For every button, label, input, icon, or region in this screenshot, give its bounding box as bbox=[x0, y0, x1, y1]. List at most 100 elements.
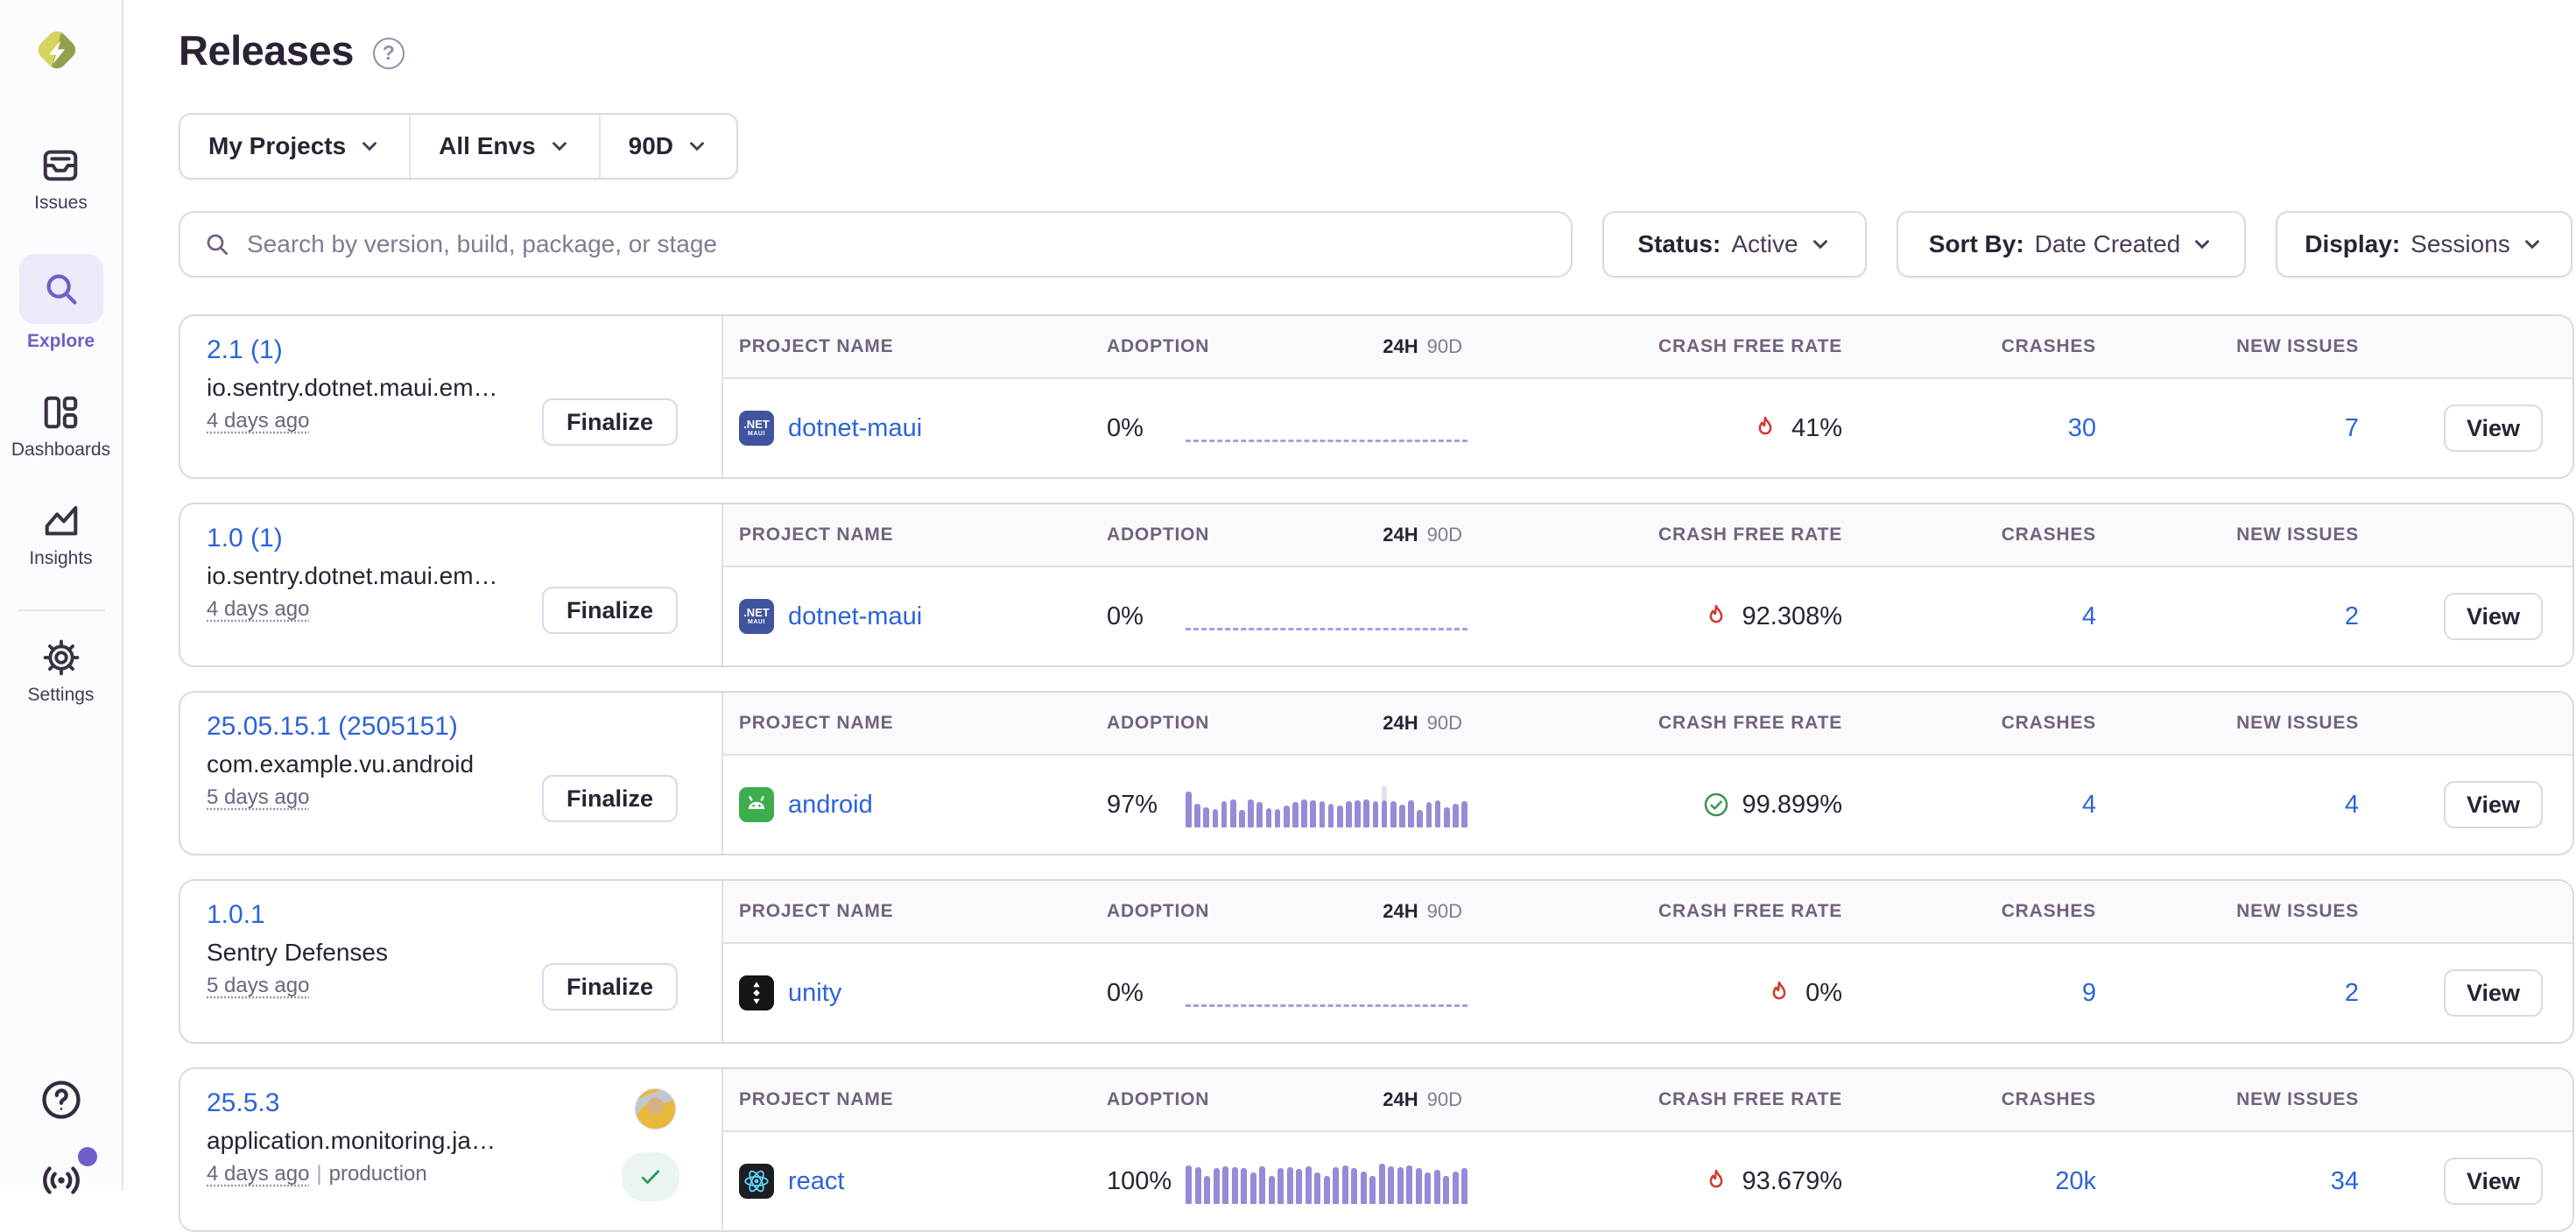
status-dropdown[interactable]: Status: Active bbox=[1602, 211, 1867, 278]
view-button[interactable]: View bbox=[2444, 969, 2543, 1017]
range-toggle-24h[interactable]: 24H bbox=[1383, 1088, 1418, 1110]
project-link[interactable]: android bbox=[788, 791, 873, 820]
release-package: application.monitoring.ja… bbox=[207, 1127, 695, 1155]
release-project-table: PROJECT NAME ADOPTION 24H90D CRASH FREE … bbox=[721, 881, 2572, 1042]
chevron-down-icon bbox=[548, 135, 571, 158]
crash-free-value: 99.899% bbox=[1742, 791, 1843, 820]
col-header-project-name: PROJECT NAME bbox=[739, 336, 1107, 357]
search-icon bbox=[41, 269, 81, 309]
new-issues-link[interactable]: 4 bbox=[2345, 791, 2359, 819]
finalize-button[interactable]: Finalize bbox=[542, 587, 678, 634]
search-input[interactable] bbox=[247, 230, 1548, 258]
fire-icon bbox=[1765, 979, 1793, 1007]
react-icon bbox=[739, 1164, 774, 1199]
search-icon bbox=[203, 230, 231, 258]
display-dropdown[interactable]: Display: Sessions bbox=[2276, 211, 2572, 278]
fire-icon bbox=[1702, 1167, 1730, 1195]
page-help-icon[interactable]: ? bbox=[373, 38, 405, 69]
inbox-icon bbox=[40, 145, 81, 186]
release-version-link[interactable]: 1.0.1 bbox=[207, 900, 265, 930]
sentry-logo-icon[interactable] bbox=[32, 25, 82, 75]
environment-filter-value: All Envs bbox=[439, 132, 535, 160]
display-value: Sessions bbox=[2411, 230, 2510, 258]
range-toggle-90d[interactable]: 90D bbox=[1427, 524, 1462, 546]
crashes-link[interactable]: 4 bbox=[2082, 602, 2096, 630]
adoption-dashed-line bbox=[1186, 1004, 1467, 1007]
crashes-link[interactable]: 9 bbox=[2082, 979, 2096, 1007]
project-link[interactable]: react bbox=[788, 1167, 844, 1196]
chevron-down-icon bbox=[2521, 233, 2544, 256]
project-link[interactable]: dotnet-maui bbox=[788, 414, 922, 443]
finalize-button[interactable]: Finalize bbox=[542, 963, 678, 1010]
release-version-link[interactable]: 25.5.3 bbox=[207, 1088, 279, 1118]
release-project-table: PROJECT NAME ADOPTION 24H90D CRASH FREE … bbox=[721, 693, 2572, 854]
page-filter-bar: My Projects All Envs 90D bbox=[179, 113, 738, 180]
range-toggle-90d[interactable]: 90D bbox=[1427, 1088, 1462, 1110]
range-toggle-24h[interactable]: 24H bbox=[1383, 900, 1418, 922]
page-title: Releases bbox=[179, 26, 354, 74]
col-header-crash-free-rate: CRASH FREE RATE bbox=[1492, 336, 1842, 357]
adoption-value: 0% bbox=[1107, 414, 1144, 443]
adoption-chart bbox=[1186, 782, 1467, 827]
view-button[interactable]: View bbox=[2444, 1158, 2543, 1205]
adoption-chart bbox=[1186, 1158, 1467, 1204]
new-issues-link[interactable]: 2 bbox=[2345, 979, 2359, 1007]
range-toggle-90d[interactable]: 90D bbox=[1427, 900, 1462, 922]
release-version-link[interactable]: 25.05.15.1 (2505151) bbox=[207, 712, 458, 742]
fire-icon bbox=[1751, 414, 1779, 442]
view-button[interactable]: View bbox=[2444, 781, 2543, 828]
release-version-link[interactable]: 1.0 (1) bbox=[207, 524, 283, 553]
help-icon bbox=[39, 1077, 84, 1123]
sidebar-item-explore[interactable]: Explore bbox=[19, 254, 103, 352]
project-filter-value: My Projects bbox=[208, 132, 346, 160]
release-card: 25.05.15.1 (2505151) com.example.vu.andr… bbox=[179, 691, 2574, 855]
adoption-chart bbox=[1186, 594, 1467, 639]
crashes-link[interactable]: 4 bbox=[2082, 791, 2096, 819]
range-toggle-24h[interactable]: 24H bbox=[1383, 712, 1418, 734]
adoption-value: 0% bbox=[1107, 602, 1144, 631]
environment-filter[interactable]: All Envs bbox=[411, 115, 600, 178]
project-link[interactable]: dotnet-maui bbox=[788, 602, 922, 631]
adoption-chart bbox=[1186, 970, 1467, 1016]
crashes-link[interactable]: 30 bbox=[2068, 414, 2096, 442]
range-toggle-24h[interactable]: 24H bbox=[1383, 335, 1418, 357]
table-header-row: PROJECT NAME ADOPTION 24H90D CRASH FREE … bbox=[723, 693, 2572, 756]
range-toggle-90d[interactable]: 90D bbox=[1427, 712, 1462, 734]
sidebar-nav: Issues Explore Dashboards Insights Setti… bbox=[0, 145, 122, 746]
project-link[interactable]: unity bbox=[788, 979, 841, 1008]
sidebar-item-settings[interactable]: Settings bbox=[18, 609, 105, 706]
release-time: 4 days ago bbox=[207, 597, 309, 621]
adoption-value: 0% bbox=[1107, 979, 1144, 1008]
new-issues-link[interactable]: 7 bbox=[2345, 414, 2359, 442]
unity-icon bbox=[739, 975, 774, 1010]
crash-free-value: 93.679% bbox=[1742, 1167, 1843, 1196]
status-label: Status: bbox=[1637, 230, 1721, 258]
range-toggle-90d[interactable]: 90D bbox=[1427, 335, 1462, 357]
release-time: 5 days ago bbox=[207, 974, 309, 997]
sort-by-dropdown[interactable]: Sort By: Date Created bbox=[1897, 211, 2246, 278]
android-icon bbox=[739, 787, 774, 822]
release-version-link[interactable]: 2.1 (1) bbox=[207, 335, 283, 365]
help-button[interactable] bbox=[0, 1077, 122, 1123]
sidebar-item-insights[interactable]: Insights bbox=[29, 501, 92, 569]
sidebar-item-label: Dashboards bbox=[11, 440, 110, 461]
notification-dot bbox=[78, 1147, 97, 1166]
col-header-crashes: CRASHES bbox=[1842, 901, 2096, 922]
project-row: .NETMAUI dotnet-maui 0% 41% 30 7 View bbox=[723, 379, 2572, 477]
col-header-crashes: CRASHES bbox=[1842, 336, 2096, 357]
range-toggle-24h[interactable]: 24H bbox=[1383, 524, 1418, 546]
release-project-table: PROJECT NAME ADOPTION 24H90D CRASH FREE … bbox=[721, 316, 2572, 477]
sidebar-item-label: Settings bbox=[28, 685, 95, 706]
sidebar-item-dashboards[interactable]: Dashboards bbox=[11, 392, 110, 461]
new-issues-link[interactable]: 2 bbox=[2345, 602, 2359, 630]
finalize-button[interactable]: Finalize bbox=[542, 398, 678, 446]
release-info-panel: 25.05.15.1 (2505151) com.example.vu.andr… bbox=[180, 693, 721, 854]
view-button[interactable]: View bbox=[2444, 593, 2543, 640]
finalize-button[interactable]: Finalize bbox=[542, 775, 678, 822]
avatar[interactable] bbox=[635, 1088, 676, 1130]
date-range-filter[interactable]: 90D bbox=[601, 115, 736, 178]
project-filter[interactable]: My Projects bbox=[180, 115, 411, 178]
sidebar-item-issues[interactable]: Issues bbox=[34, 145, 88, 214]
adoption-value: 100% bbox=[1107, 1167, 1172, 1196]
view-button[interactable]: View bbox=[2444, 405, 2543, 452]
